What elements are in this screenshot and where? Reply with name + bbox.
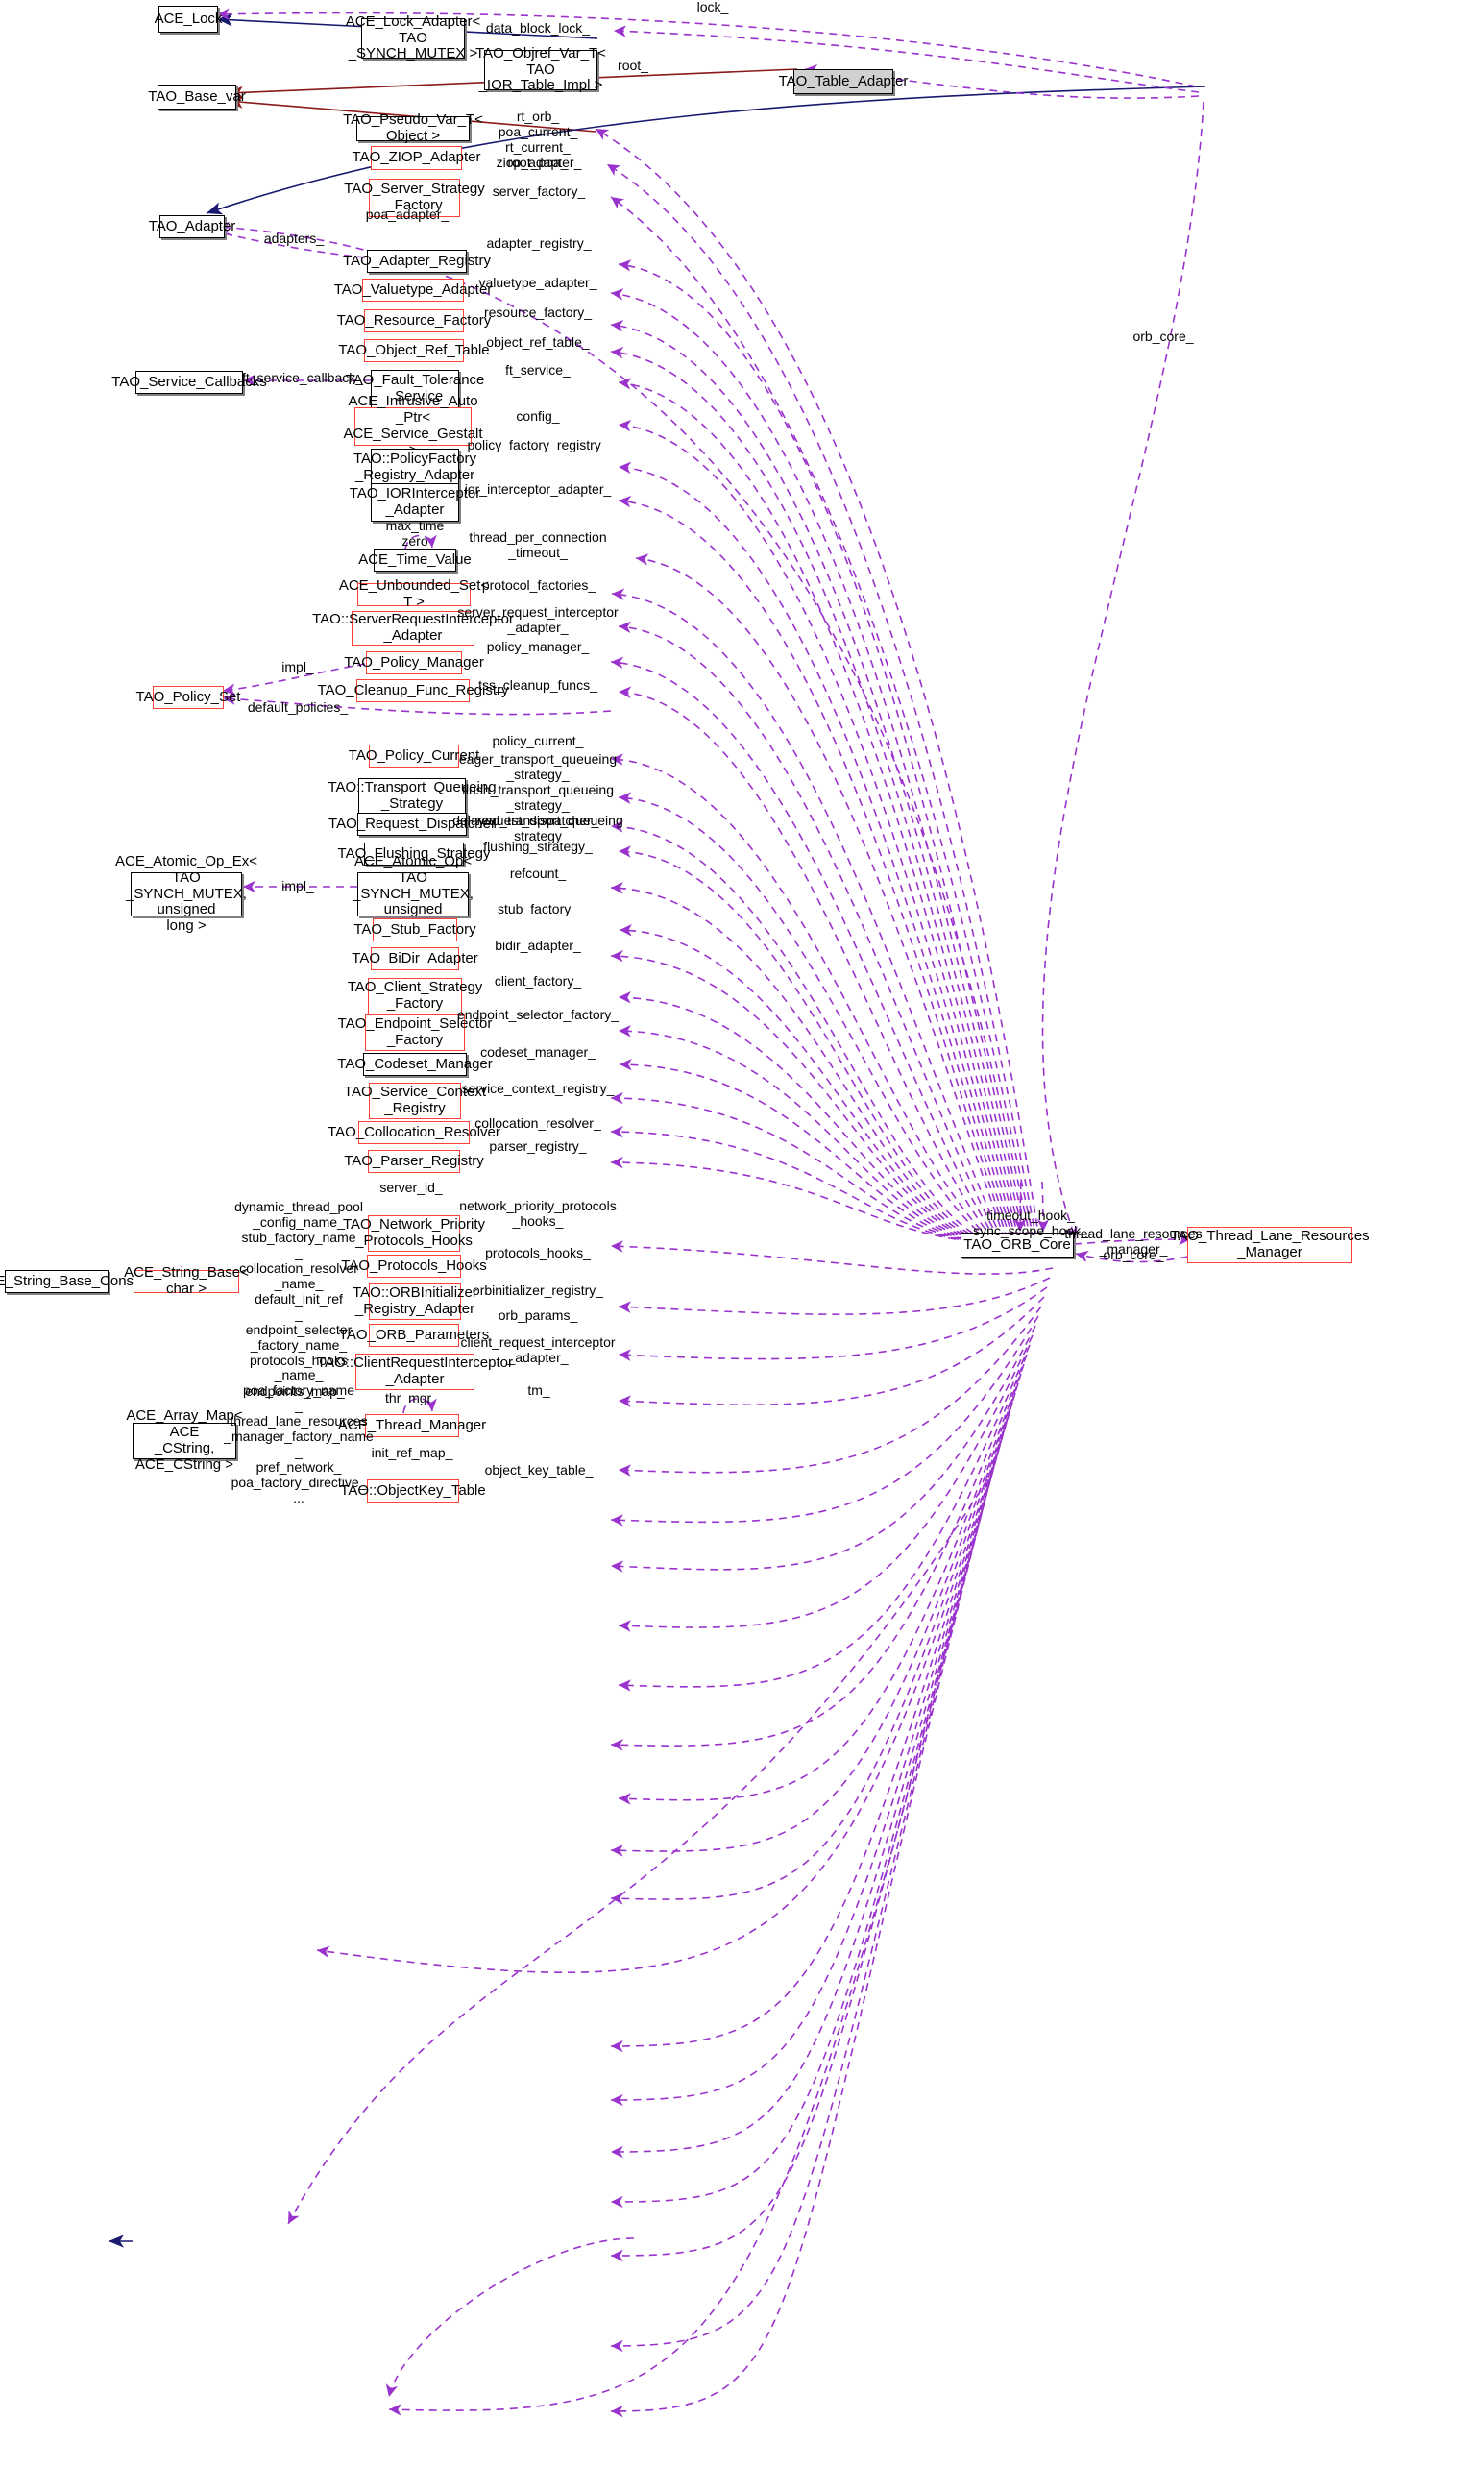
node-ace-thread-manager[interactable]: ACE_Thread_Manager [338,1414,486,1437]
node-tao-ziop-adapter[interactable]: TAO_ZIOP_Adapter [353,146,480,170]
node-ace-intrusive-auto-ptr[interactable]: ACE_Intrusive_Auto _Ptr< ACE_Service_Ges… [343,394,482,458]
node-tao-policy-set[interactable]: TAO_Policy_Set [136,686,240,709]
node-ace-unbounded-set[interactable]: ACE_Unbounded_Set< T > [339,577,489,610]
node-tao-bidir-adapter[interactable]: TAO_BiDir_Adapter [352,947,478,970]
node-tao-clientrequestinterceptor-adapter[interactable]: TAO::ClientRequestInterceptor _Adapter [317,1354,513,1390]
node-ace-string-base-const[interactable]: ACE_String_Base_Const [0,1270,137,1293]
node-tao-objectkey-table[interactable]: TAO::ObjectKey_Table [340,1479,486,1503]
node-tao-iorinterceptor-adapter[interactable]: TAO_IORInterceptor _Adapter [350,483,480,522]
node-tao-object-ref-table[interactable]: TAO_Object_Ref_Table [338,339,490,362]
node-ace-atomic-op-ex[interactable]: ACE_Atomic_Op_Ex< TAO _SYNCH_MUTEX, unsi… [115,853,257,934]
node-ace-lock-adapter[interactable]: ACE_Lock_Adapter< TAO _SYNCH_MUTEX > [346,13,481,61]
node-tao-valuetype-adapter[interactable]: TAO_Valuetype_Adapter [334,279,492,302]
node-tao-adapter[interactable]: TAO_Adapter [149,215,235,238]
node-tao-client-strategy-factory[interactable]: TAO_Client_Strategy _Factory [348,978,482,1014]
node-tao-policy-current[interactable]: TAO_Policy_Current [349,745,479,768]
node-tao-orbinitializer-registry-adapter[interactable]: TAO::ORBInitializer _Registry_Adapter [353,1283,477,1320]
node-tao-orb-parameters[interactable]: TAO_ORB_Parameters [339,1324,489,1347]
node-tao-orb-core[interactable]: TAO_ORB_Core [961,1233,1074,1258]
node-tao-cleanup-func-registry[interactable]: TAO_Cleanup_Func_Registry [318,679,509,702]
node-tao-pseudo-var-t[interactable]: TAO_Pseudo_Var_T< Object > [343,111,483,144]
collaboration-diagram: ACE_Lock ACE_Lock_Adapter< TAO _SYNCH_MU… [0,0,1484,2492]
node-ace-string-base-char[interactable]: ACE_String_Base< char > [124,1264,249,1297]
node-tao-objref-var-t[interactable]: TAO_Objref_Var_T< TAO _IOR_Table_Impl > [475,45,606,93]
node-tao-serverrequestinterceptor-adapter[interactable]: TAO::ServerRequestInterceptor _Adapter [312,611,514,646]
node-ace-atomic-op[interactable]: ACE_Atomic_Op< TAO _SYNCH_MUTEX, unsigne… [353,853,474,934]
node-ace-time-value[interactable]: ACE_Time_Value [358,549,472,572]
node-tao-table-adapter[interactable]: TAO_Table_Adapter [779,69,908,94]
node-tao-policyfactory-registry-adapter[interactable]: TAO::PolicyFactory _Registry_Adapter [353,449,476,487]
node-tao-service-context-registry[interactable]: TAO_Service_Context _Registry [344,1083,486,1119]
node-tao-stub-factory[interactable]: TAO_Stub_Factory [353,918,476,941]
node-ace-lock[interactable]: ACE_Lock [155,6,222,33]
node-ace-array-map[interactable]: ACE_Array_Map< ACE _CString, ACE_CString… [126,1408,242,1473]
node-tao-codeset-manager[interactable]: TAO_Codeset_Manager [337,1053,493,1076]
node-tao-collocation-resolver[interactable]: TAO_Collocation_Resolver [328,1121,500,1144]
node-tao-parser-registry[interactable]: TAO_Parser_Registry [344,1150,484,1173]
node-tao-endpoint-selector-factory[interactable]: TAO_Endpoint_Selector _Factory [338,1014,492,1051]
node-tao-protocols-hooks[interactable]: TAO_Protocols_Hooks [341,1255,487,1278]
node-tao-request-dispatcher[interactable]: TAO_Request_Dispatcher [328,813,496,836]
node-tao-transport-queueing-strategy[interactable]: TAO::Transport_Queueing _Strategy [328,778,497,815]
node-tao-adapter-registry[interactable]: TAO_Adapter_Registry [343,250,491,273]
node-tao-network-priority-protocols-hooks[interactable]: TAO_Network_Priority _Protocols_Hooks [343,1215,485,1252]
node-tao-server-strategy-factory[interactable]: TAO_Server_Strategy _Factory [344,179,485,217]
node-tao-service-callbacks[interactable]: TAO_Service_Callbacks [111,371,267,394]
node-tao-policy-manager[interactable]: TAO_Policy_Manager [344,651,484,674]
node-tao-resource-factory[interactable]: TAO_Resource_Factory [337,309,491,332]
node-tao-base-var[interactable]: TAO_Base_var [148,85,246,110]
node-tao-thread-lane-resources-manager[interactable]: TAO_Thread_Lane_Resources _Manager [1170,1227,1370,1263]
